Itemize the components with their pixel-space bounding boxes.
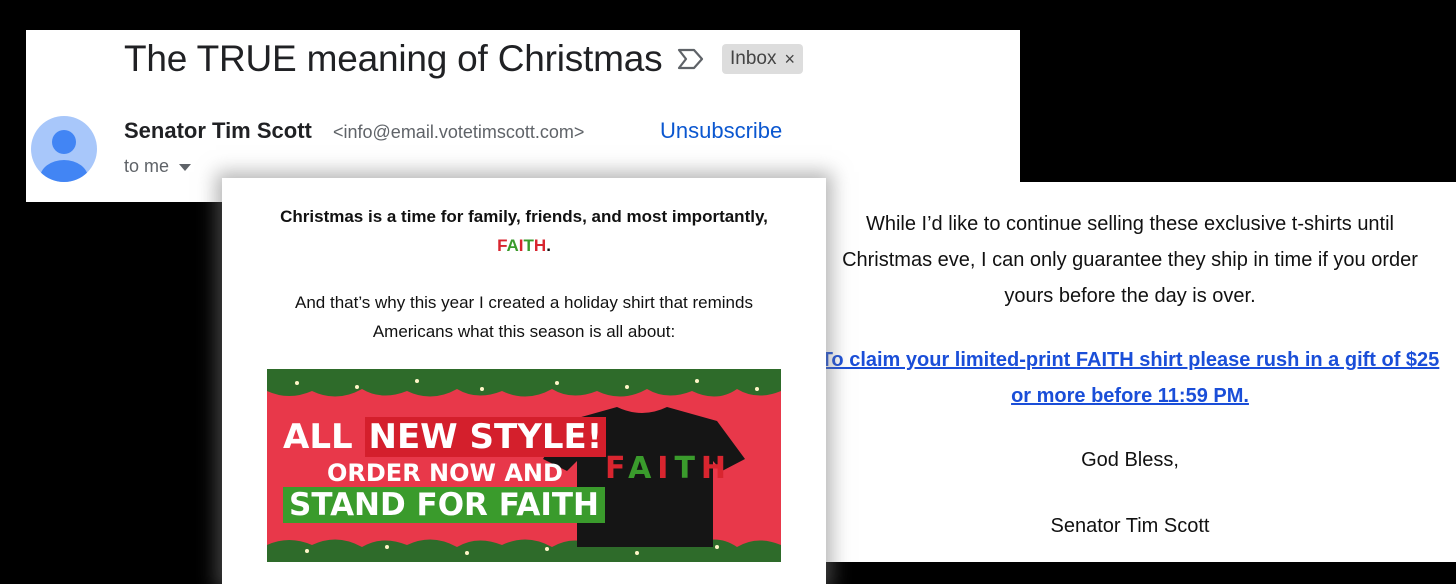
email-body-panel: Christmas is a time for family, friends,… (222, 178, 826, 584)
email-subject: The TRUE meaning of Christmas (124, 38, 663, 79)
shirt-promo-banner[interactable]: ALL NEW STYLE! ORDER NOW AND STAND FOR F… (267, 369, 781, 562)
banner-headline: ALL NEW STYLE! (283, 417, 607, 457)
inbox-label-badge[interactable]: Inbox × (722, 44, 803, 74)
shirt-letter: I (657, 451, 675, 486)
banner-headline-highlight: NEW STYLE! (364, 417, 607, 457)
signature: Senator Tim Scott (1050, 515, 1210, 537)
important-marker-icon[interactable] (677, 48, 705, 70)
intro-heading: Christmas is a time for family, friends,… (274, 202, 774, 260)
shirt-letter: A (628, 451, 658, 486)
default-avatar-icon (40, 130, 88, 182)
faith-letter: F (497, 236, 507, 255)
chevron-down-icon (179, 163, 192, 171)
recipient-details-toggle[interactable]: to me (124, 156, 192, 177)
shirt-letter: F (605, 451, 629, 486)
faith-letter: H (533, 236, 547, 255)
claim-shirt-link[interactable]: To claim your limited-print FAITH shirt … (820, 342, 1440, 414)
remove-label-icon[interactable]: × (784, 49, 795, 70)
garland-top (267, 369, 781, 397)
shirt-letter: T (674, 451, 701, 486)
faith-letter: T (523, 236, 534, 255)
deadline-paragraph: While I’d like to continue selling these… (842, 213, 1418, 307)
sender-name: Senator Tim Scott (124, 118, 312, 143)
shirt-print-text: FAITH (605, 451, 732, 486)
banner-tagline: STAND FOR FAITH (283, 487, 605, 523)
shirt-letter: H (700, 451, 733, 486)
intro-heading-text: Christmas is a time for family, friends,… (280, 207, 768, 226)
email-header-panel: The TRUE meaning of Christmas Inbox × Se… (26, 30, 1020, 202)
sender-email: <info@email.votetimscott.com> (333, 122, 585, 142)
closing-line: God Bless, (1081, 449, 1179, 471)
intro-paragraph: And that’s why this year I created a hol… (295, 293, 753, 341)
avatar[interactable] (31, 116, 97, 182)
faith-letter: A (506, 236, 519, 255)
recipient-label: to me (124, 156, 170, 176)
banner-headline-pre: ALL (283, 417, 353, 457)
banner-subline: ORDER NOW AND (327, 459, 563, 487)
inbox-label-text: Inbox (730, 48, 777, 69)
email-continuation-panel: While I’d like to continue selling these… (820, 182, 1456, 562)
intro-heading-end: . (546, 236, 551, 255)
unsubscribe-link[interactable]: Unsubscribe (660, 118, 782, 144)
